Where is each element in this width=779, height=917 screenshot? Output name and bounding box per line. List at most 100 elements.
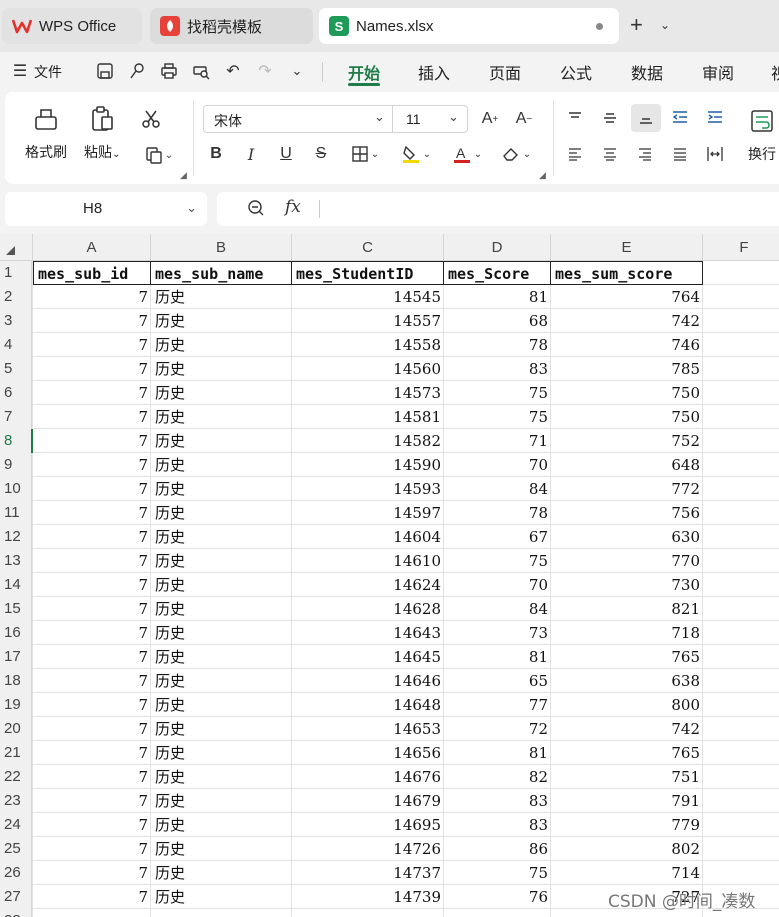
table-cell[interactable]: 638 bbox=[551, 669, 703, 693]
eraser-icon[interactable]: ⌄ bbox=[498, 143, 534, 165]
redo-icon[interactable]: ↷ bbox=[255, 61, 275, 81]
table-cell[interactable]: 730 bbox=[551, 573, 703, 597]
table-cell[interactable]: 70 bbox=[444, 573, 551, 597]
table-cell[interactable]: 历史 bbox=[151, 333, 292, 357]
table-cell[interactable]: 14582 bbox=[292, 429, 444, 453]
table-cell[interactable]: 714 bbox=[551, 861, 703, 885]
table-cell[interactable]: 7 bbox=[33, 549, 151, 573]
table-cell[interactable]: 83 bbox=[444, 813, 551, 837]
distributed-align-icon[interactable] bbox=[704, 143, 726, 165]
table-cell[interactable]: 68 bbox=[444, 309, 551, 333]
table-cell[interactable]: 742 bbox=[551, 309, 703, 333]
print-preview-icon[interactable] bbox=[191, 61, 211, 81]
table-cell[interactable]: 历史 bbox=[151, 405, 292, 429]
table-cell[interactable]: 历史 bbox=[151, 717, 292, 741]
row-header[interactable]: 15 bbox=[0, 597, 32, 621]
table-cell[interactable]: 历史 bbox=[151, 309, 292, 333]
spreadsheet-grid[interactable]: A B C D E F 1 2 3 4 5 6 7 8 9 10 11 12 13 14 15 16 17 18 1… bbox=[0, 234, 779, 917]
indent-decrease-icon[interactable] bbox=[669, 106, 691, 128]
table-cell[interactable]: 81 bbox=[444, 285, 551, 309]
cell-reference[interactable]: H8 bbox=[83, 200, 102, 217]
row-header[interactable]: 17 bbox=[0, 645, 32, 669]
table-cell[interactable]: 71 bbox=[444, 429, 551, 453]
undo-icon[interactable]: ↶ bbox=[223, 61, 243, 81]
table-cell[interactable]: 75 bbox=[444, 381, 551, 405]
table-cell[interactable]: 历史 bbox=[151, 477, 292, 501]
align-top-icon[interactable] bbox=[564, 106, 586, 128]
table-cell[interactable]: 7 bbox=[33, 477, 151, 501]
table-cell[interactable]: 7 bbox=[33, 861, 151, 885]
table-cell[interactable]: 历史 bbox=[151, 381, 292, 405]
table-cell[interactable]: 83 bbox=[444, 357, 551, 381]
table-cell[interactable]: 800 bbox=[551, 693, 703, 717]
table-cell[interactable]: 77 bbox=[444, 693, 551, 717]
row-header[interactable]: 13 bbox=[0, 549, 32, 573]
table-cell[interactable]: 7 bbox=[33, 837, 151, 861]
table-cell[interactable]: 7 bbox=[33, 525, 151, 549]
column-header-f[interactable]: F bbox=[703, 234, 779, 261]
table-cell[interactable]: 历史 bbox=[151, 621, 292, 645]
indent-increase-icon[interactable] bbox=[704, 106, 726, 128]
font-color-icon[interactable]: A ⌄ bbox=[449, 143, 485, 165]
table-cell[interactable]: 752 bbox=[551, 429, 703, 453]
menu-item-review[interactable]: 审阅 bbox=[702, 60, 734, 84]
table-cell[interactable]: 14679 bbox=[292, 789, 444, 813]
save-icon[interactable] bbox=[95, 61, 115, 81]
table-cell[interactable]: 14739 bbox=[292, 885, 444, 909]
menu-item-formula[interactable]: 公式 bbox=[560, 60, 592, 84]
table-cell[interactable]: 历史 bbox=[151, 693, 292, 717]
table-cell[interactable]: 765 bbox=[551, 645, 703, 669]
column-header-e[interactable]: E bbox=[551, 234, 703, 261]
table-cell[interactable]: 73 bbox=[444, 621, 551, 645]
bold-button[interactable]: B bbox=[205, 143, 227, 165]
table-cell[interactable]: 7 bbox=[33, 573, 151, 597]
menu-file[interactable]: 文件 bbox=[34, 62, 62, 82]
table-cell[interactable]: 7 bbox=[33, 405, 151, 429]
table-cell[interactable]: 746 bbox=[551, 333, 703, 357]
tab-wps-office[interactable]: WPS Office bbox=[2, 8, 142, 44]
table-cell[interactable]: 14545 bbox=[292, 285, 444, 309]
table-cell[interactable]: 14610 bbox=[292, 549, 444, 573]
font-expand-icon[interactable]: ◢ bbox=[539, 170, 546, 181]
row-header[interactable]: 5 bbox=[0, 357, 32, 381]
table-cell[interactable]: 84 bbox=[444, 597, 551, 621]
chevron-down-icon[interactable]: ⌄ bbox=[374, 109, 385, 125]
table-cell[interactable]: 81 bbox=[444, 645, 551, 669]
table-cell[interactable]: 764 bbox=[551, 285, 703, 309]
table-cell[interactable]: 历史 bbox=[151, 285, 292, 309]
font-selector[interactable]: 宋体 ⌄ 11 ⌄ bbox=[203, 105, 468, 133]
table-cell[interactable]: 历史 bbox=[151, 789, 292, 813]
table-cell[interactable]: 7 bbox=[33, 765, 151, 789]
table-cell[interactable]: 750 bbox=[551, 381, 703, 405]
table-cell[interactable]: 14590 bbox=[292, 453, 444, 477]
table-cell[interactable]: 772 bbox=[551, 477, 703, 501]
tab-template-store[interactable]: 找稻壳模板 bbox=[150, 8, 313, 44]
wrap-text-button[interactable]: 换行 bbox=[747, 106, 777, 164]
table-cell[interactable]: 历史 bbox=[151, 861, 292, 885]
align-center-icon[interactable] bbox=[599, 143, 621, 165]
table-cell[interactable]: 785 bbox=[551, 357, 703, 381]
chevron-down-icon[interactable]: ⌄ bbox=[660, 18, 670, 32]
table-cell[interactable]: 历史 bbox=[151, 525, 292, 549]
table-cell[interactable]: 7 bbox=[33, 501, 151, 525]
menu-item-view[interactable]: 视 bbox=[771, 60, 779, 84]
table-cell[interactable]: 历史 bbox=[151, 453, 292, 477]
align-right-icon[interactable] bbox=[634, 143, 656, 165]
table-cell[interactable]: 14597 bbox=[292, 501, 444, 525]
table-cell[interactable]: 历史 bbox=[151, 429, 292, 453]
table-cell[interactable]: 630 bbox=[551, 525, 703, 549]
row-header[interactable]: 7 bbox=[0, 405, 32, 429]
align-bottom-icon[interactable] bbox=[631, 104, 661, 132]
row-header[interactable]: 6 bbox=[0, 381, 32, 405]
table-cell[interactable]: 75 bbox=[444, 861, 551, 885]
format-icon[interactable] bbox=[127, 61, 147, 81]
table-cell[interactable]: 779 bbox=[551, 813, 703, 837]
table-cell[interactable]: 70 bbox=[444, 453, 551, 477]
table-cell[interactable]: 7 bbox=[33, 669, 151, 693]
table-cell[interactable]: 83 bbox=[444, 789, 551, 813]
chevron-down-icon[interactable]: ⌄ bbox=[186, 200, 197, 216]
table-cell[interactable]: 14593 bbox=[292, 477, 444, 501]
menu-item-page[interactable]: 页面 bbox=[489, 60, 521, 84]
select-all-corner[interactable] bbox=[0, 234, 33, 261]
align-middle-icon[interactable] bbox=[599, 106, 621, 128]
